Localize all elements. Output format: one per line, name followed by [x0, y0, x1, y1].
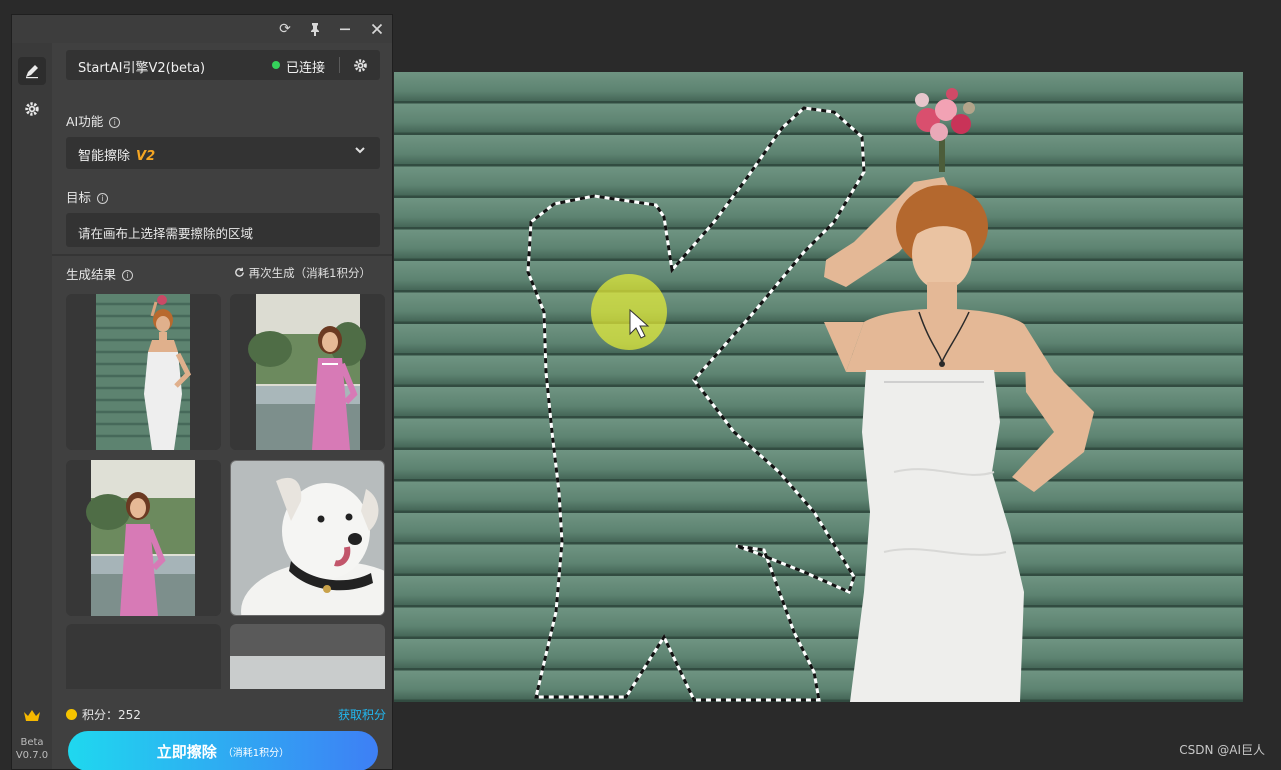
result-thumbnail[interactable] — [66, 294, 221, 450]
canvas-image[interactable] — [394, 72, 1243, 702]
refresh-icon[interactable]: ⟳ — [274, 19, 296, 39]
panel-content: StartAI引擎V2(beta) 已连接 AI功能 i 智能擦除 V2 目标 i — [52, 43, 392, 770]
result-thumbnail[interactable] — [230, 624, 385, 689]
coin-icon — [66, 709, 77, 720]
regenerate-label: 再次生成（消耗1积分） — [248, 266, 371, 280]
result-thumbnail[interactable] — [66, 624, 221, 689]
info-icon[interactable]: i — [97, 193, 109, 204]
info-icon[interactable]: i — [122, 270, 134, 281]
get-credits-link[interactable]: 获取积分 — [338, 706, 386, 723]
crown-icon[interactable] — [12, 708, 52, 727]
image-canvas[interactable] — [394, 72, 1243, 702]
credits-display: 积分：252 — [66, 706, 141, 723]
beta-label: Beta — [20, 737, 44, 748]
app-root: ⟳ Beta V0.7.0 StartAI引擎V2(beta) 已连接 AI功能… — [0, 0, 1281, 770]
close-icon[interactable] — [366, 19, 388, 39]
ai-function-text: AI功能 — [66, 114, 104, 129]
ai-function-value: 智能擦除 V2 — [78, 145, 155, 164]
brush-icon[interactable] — [18, 57, 46, 85]
watermark: CSDN @AI巨人 — [1179, 743, 1265, 757]
plugin-panel: ⟳ Beta V0.7.0 StartAI引擎V2(beta) 已连接 AI功能… — [11, 14, 393, 770]
shutter-wall — [394, 72, 1243, 702]
version-label: V0.7.0 — [15, 750, 49, 761]
info-icon[interactable]: i — [109, 117, 121, 128]
ai-function-selected: 智能擦除 — [78, 149, 131, 164]
regenerate-button[interactable]: 再次生成（消耗1积分） — [234, 265, 371, 281]
ai-function-select[interactable]: 智能擦除 V2 — [66, 137, 380, 169]
results-text: 生成结果 — [66, 267, 117, 282]
ai-function-label: AI功能 i — [66, 111, 121, 130]
version-tag: V2 — [136, 149, 156, 164]
panel-titlebar: ⟳ — [12, 15, 392, 43]
chevron-down-icon[interactable] — [354, 144, 366, 159]
settings-icon[interactable] — [18, 95, 46, 123]
erase-button-label: 立即擦除 — [156, 742, 217, 761]
target-label: 目标 i — [66, 187, 109, 206]
pin-icon[interactable] — [304, 19, 326, 39]
results-label: 生成结果 i — [66, 264, 134, 283]
credits-label: 积分： — [82, 708, 119, 722]
connection-status: 已连接 — [286, 61, 326, 76]
status-dot — [272, 61, 280, 69]
section-divider — [52, 254, 392, 256]
target-hint: 请在画布上选择需要擦除的区域 — [78, 226, 254, 241]
engine-separator — [339, 57, 340, 73]
minimize-icon[interactable] — [334, 19, 356, 39]
result-thumbnail[interactable] — [66, 460, 221, 616]
results-grid — [66, 294, 386, 689]
gear-icon[interactable] — [349, 54, 371, 76]
result-thumbnail-selected[interactable] — [230, 460, 385, 616]
refresh-small-icon — [234, 266, 249, 280]
erase-now-button[interactable]: 立即擦除 （消耗1积分） — [68, 731, 378, 770]
panel-toolbar: Beta V0.7.0 — [12, 43, 52, 769]
engine-name: StartAI引擎V2(beta) — [78, 61, 206, 76]
cursor-highlight — [591, 274, 667, 350]
credits-value: 252 — [118, 708, 141, 722]
engine-bar: StartAI引擎V2(beta) 已连接 — [66, 50, 380, 80]
result-thumbnail[interactable] — [230, 294, 385, 450]
target-field[interactable]: 请在画布上选择需要擦除的区域 — [66, 213, 380, 247]
version-badge: Beta V0.7.0 — [12, 708, 52, 761]
erase-button-cost: （消耗1积分） — [222, 747, 290, 759]
target-text: 目标 — [66, 190, 92, 205]
